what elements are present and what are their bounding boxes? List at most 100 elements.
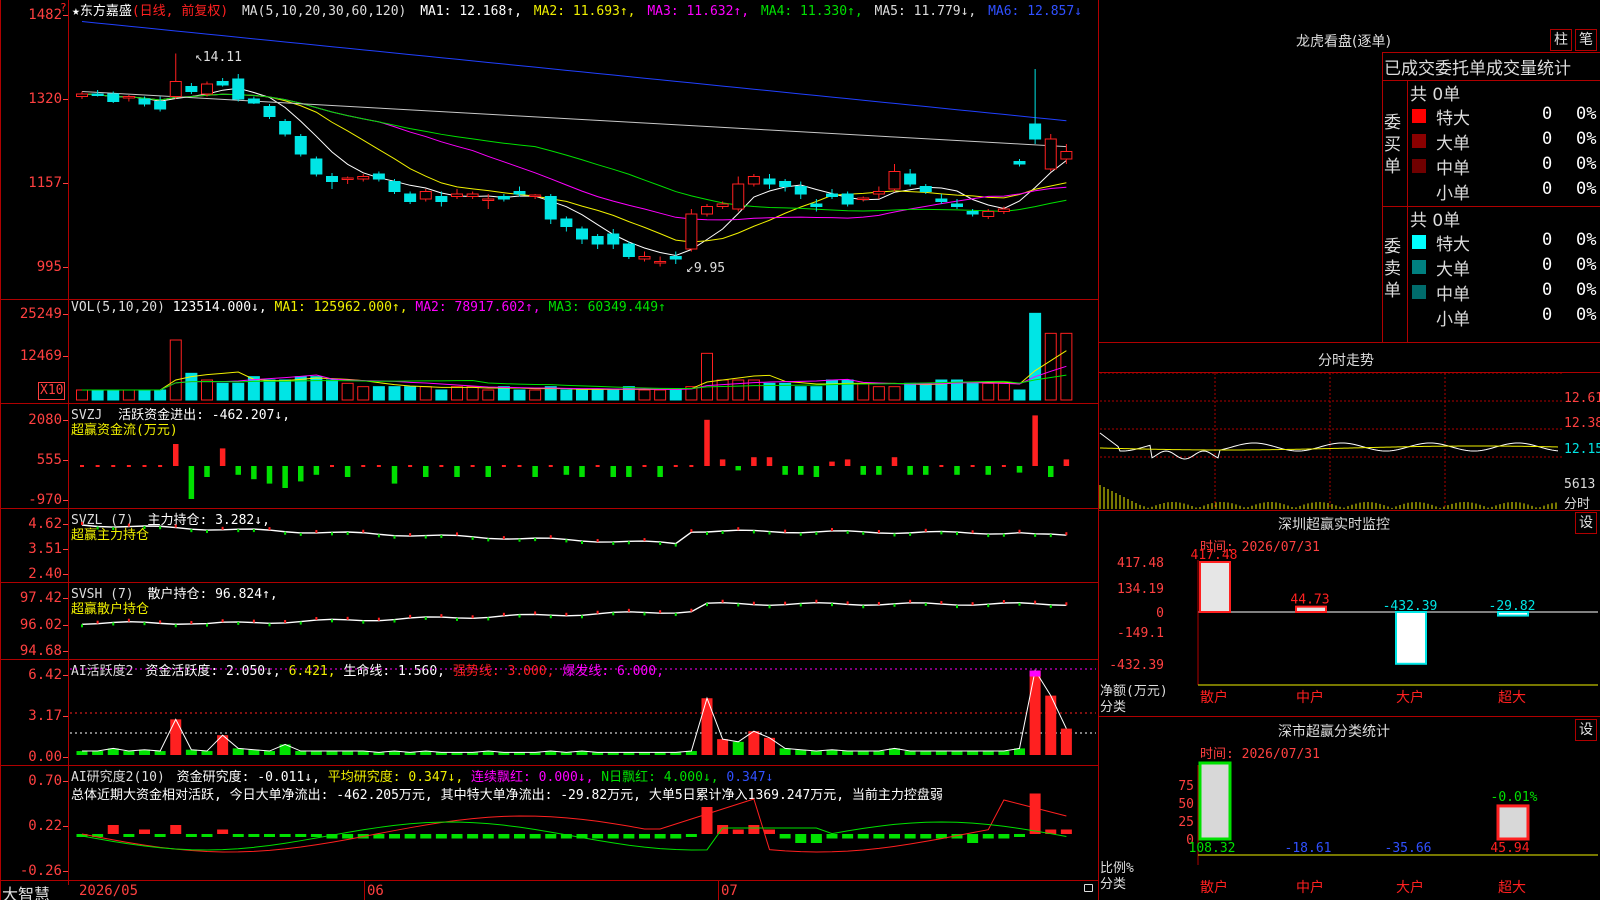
volume-bar <box>888 386 901 401</box>
svshchart-mark <box>924 602 927 606</box>
tick-mode-button[interactable]: 笔 <box>1575 29 1597 51</box>
candle-body <box>591 236 604 245</box>
candle-body <box>888 171 901 190</box>
svshchart-mark <box>721 599 724 603</box>
svshchart-mark <box>987 604 990 608</box>
ai1-axis-top: 6.42 <box>0 667 68 683</box>
tab-done-orders[interactable]: 已成交委托单成交量统计 <box>1384 54 1571 79</box>
ma60-line <box>81 91 1067 148</box>
ai1-bar <box>982 751 994 755</box>
svshchart-mark <box>502 612 505 616</box>
svzj-dot <box>142 465 147 467</box>
ai2-axis-bottom: -0.26 <box>0 863 68 879</box>
svzlchart-mark <box>956 532 958 536</box>
row-color-swatch <box>1412 109 1426 123</box>
svzj-bar <box>954 466 960 475</box>
class-category: 散户 <box>1200 879 1228 896</box>
ai1-bar <box>154 751 166 755</box>
monitor-axis-label: -432.39 <box>1109 658 1164 673</box>
svzlchart-mark <box>127 523 130 527</box>
vol-unit-badge[interactable]: X10 <box>38 382 66 400</box>
volume-bar <box>388 386 401 401</box>
candle-body <box>638 256 651 260</box>
ai2-bar <box>310 834 322 837</box>
svzlchart-mark <box>174 524 177 528</box>
svzj-bar <box>235 466 241 475</box>
monitor-settings-button[interactable]: 设 <box>1575 512 1597 534</box>
lock-icon[interactable] <box>1084 884 1093 892</box>
ai2-bar <box>779 834 791 839</box>
svzj-bar <box>798 466 804 475</box>
ai2-bar <box>123 834 135 837</box>
volume-bar <box>919 382 932 401</box>
ai2-bar <box>748 825 760 834</box>
class-category: 中户 <box>1296 879 1324 896</box>
ai1-bar <box>951 751 963 755</box>
svshchart-mark <box>534 611 537 615</box>
candle-body <box>279 121 292 135</box>
svzlchart-mark <box>721 531 724 535</box>
candle-body <box>841 193 854 205</box>
svzlchart-mark <box>1002 533 1005 537</box>
svshchart-mark <box>643 612 646 616</box>
class-category: 大户 <box>1396 879 1424 896</box>
volume-bar <box>76 389 88 401</box>
svzj-dot <box>95 465 100 467</box>
ai1-bar <box>748 731 760 755</box>
svzlchart-mark <box>206 530 208 534</box>
candle-body <box>982 211 995 217</box>
ai2-bar <box>279 834 291 837</box>
class-axis-label: 50 <box>1178 797 1194 812</box>
svzj-bar <box>813 466 820 477</box>
ai1-bar <box>998 751 1010 755</box>
svshchart-mark <box>159 620 162 624</box>
intraday-title: 分时走势 <box>1318 353 1374 369</box>
date-label-jul: 07 <box>721 883 738 899</box>
ai1-axis-bottom: 0.00 <box>0 749 68 765</box>
svshchart-mark <box>690 608 693 612</box>
ai1-chart <box>70 668 1096 755</box>
svzj-bar <box>298 466 304 482</box>
class-bar-top: -0.01% <box>1491 790 1538 805</box>
svzj-bar <box>579 466 585 477</box>
vol-ma-line <box>82 365 1067 391</box>
volume-chart <box>76 312 1073 401</box>
svzlchart-mark <box>159 526 162 530</box>
ai2-chart <box>76 793 1072 853</box>
bar-mode-button[interactable]: 柱 <box>1550 29 1572 51</box>
candle-body <box>201 83 213 95</box>
svsh-chart <box>81 599 1068 628</box>
row-count: 0 <box>1542 154 1553 174</box>
monitor-axis-label: 417.48 <box>1117 556 1164 571</box>
svzj-bar <box>485 466 491 477</box>
candle-body <box>763 178 776 185</box>
monitor-axis-label: -149.1 <box>1117 626 1164 641</box>
volume-bar <box>982 382 995 401</box>
class-settings-button[interactable]: 设 <box>1575 719 1597 741</box>
svshchart-mark <box>581 615 583 619</box>
ai2-bar <box>842 834 854 839</box>
row-name: 大单 <box>1436 134 1470 154</box>
low-marker: ↙9.95 <box>686 261 726 276</box>
svshchart-mark <box>612 612 615 616</box>
volume-bar <box>638 389 651 401</box>
candle-body <box>482 198 495 201</box>
volume-bar <box>872 386 885 401</box>
candle-body <box>76 93 88 97</box>
kline-chart[interactable] <box>70 0 1096 298</box>
candle-body <box>747 176 760 185</box>
intraday-vol-value: 5613 <box>1564 477 1596 492</box>
ai2-bar <box>232 834 244 837</box>
ai2-axis-top: 0.70 <box>0 773 68 789</box>
volume-bar <box>357 386 370 401</box>
ai1-bar <box>310 751 322 755</box>
svshchart-mark <box>1034 600 1037 604</box>
intraday-chart[interactable] <box>1099 372 1562 509</box>
ai2-bar <box>1060 829 1072 834</box>
ai2-bar <box>529 834 541 839</box>
ai2-bar <box>404 834 416 839</box>
row-color-swatch <box>1412 285 1426 299</box>
svzj-dot <box>548 465 553 467</box>
svzlchart-mark <box>815 531 818 535</box>
svzj-bar <box>391 466 398 484</box>
